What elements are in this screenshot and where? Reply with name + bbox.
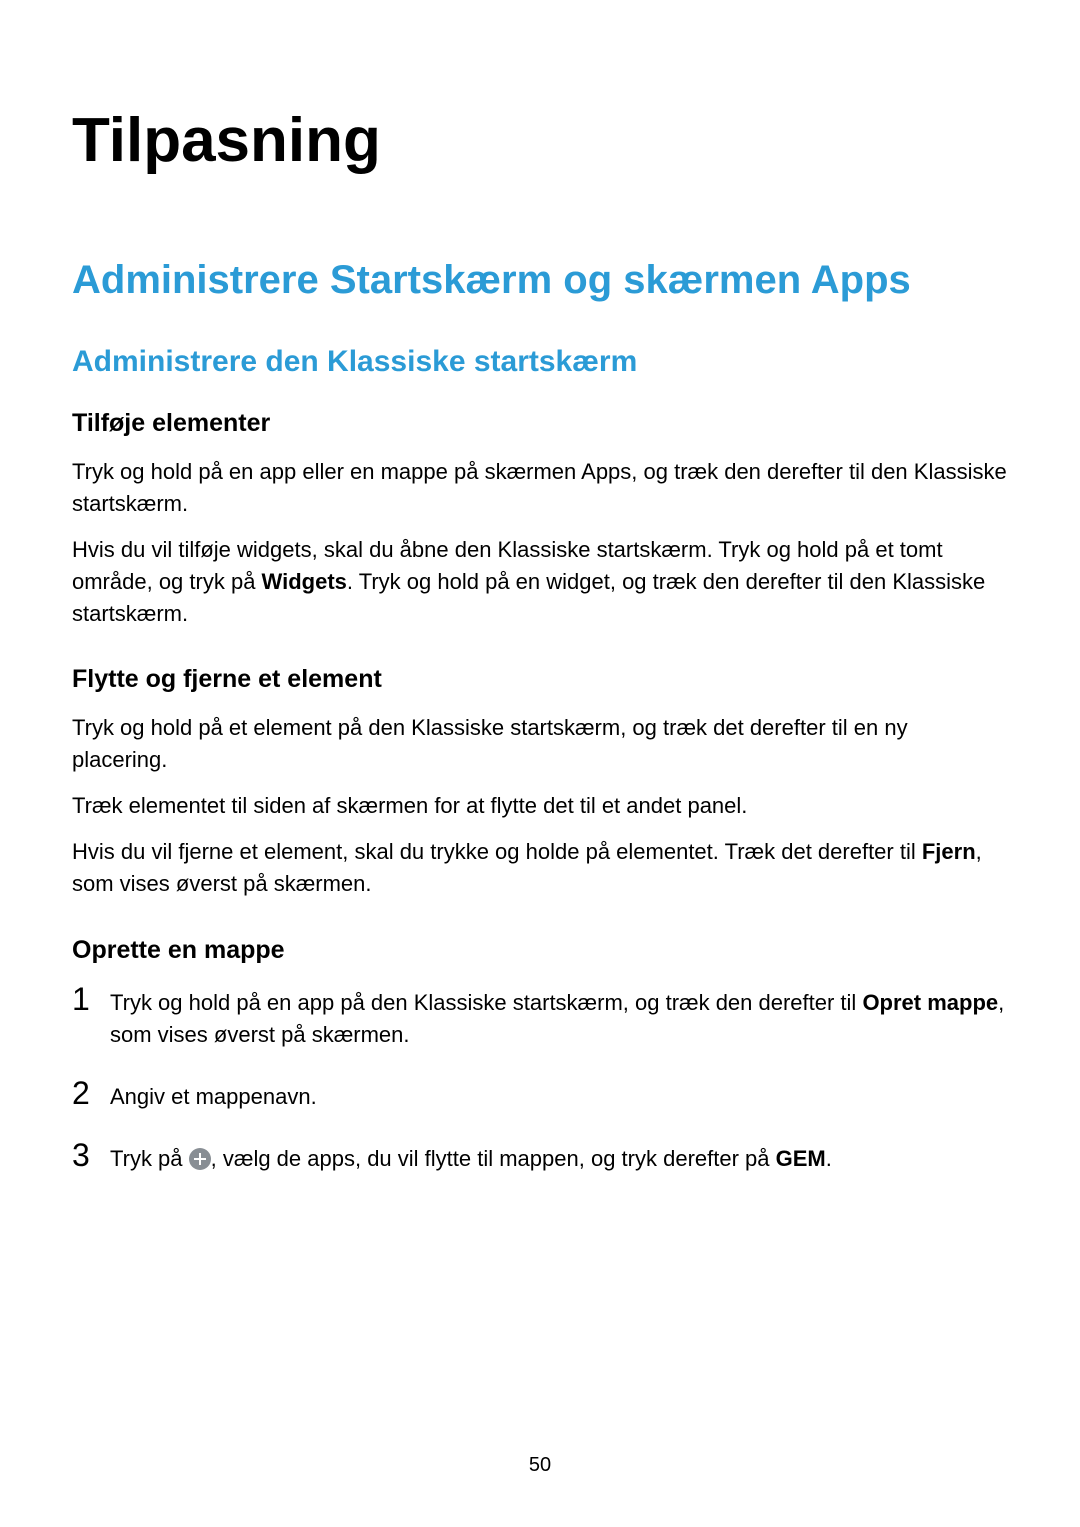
page-number: 50 [0,1454,1080,1477]
bold-save: GEM [776,1146,826,1171]
text: Hvis du vil fjerne et element, skal du t… [72,839,922,864]
list-item: 1 Tryk og hold på en app på den Klassisk… [72,983,1008,1051]
bold-create-folder: Opret mappe [862,990,998,1015]
heading-add-elements: Tilføje elementer [72,409,1008,438]
para: Hvis du vil fjerne et element, skal du t… [72,836,1008,900]
step-text: Tryk og hold på en app på den Klassiske … [110,983,1008,1051]
ordered-list: 1 Tryk og hold på en app på den Klassisk… [72,983,1008,1175]
step-number: 3 [72,1139,110,1171]
page-title: Tilpasning [72,105,1008,176]
para: Træk elementet til siden af skærmen for … [72,790,1008,822]
text: . [826,1146,832,1171]
subsection-heading: Administrere den Klassiske startskærm [72,345,1008,379]
step-number: 2 [72,1077,110,1109]
text: Tryk og hold på en app på den Klassiske … [110,990,862,1015]
step-number: 1 [72,983,110,1015]
bold-widgets: Widgets [262,569,347,594]
section-heading: Administrere Startskærm og skærmen Apps [72,258,1008,303]
para: Tryk og hold på et element på den Klassi… [72,712,1008,776]
block-add-elements: Tilføje elementer Tryk og hold på en app… [72,409,1008,629]
list-item: 3 Tryk på , vælg de apps, du vil flytte … [72,1139,1008,1175]
step-text: Tryk på , vælg de apps, du vil flytte ti… [110,1139,1008,1175]
page-content: Tilpasning Administrere Startskærm og sk… [0,0,1080,1174]
text: , vælg de apps, du vil flytte til mappen… [211,1146,776,1171]
heading-move-remove: Flytte og fjerne et element [72,665,1008,694]
list-item: 2 Angiv et mappenavn. [72,1077,1008,1113]
heading-create-folder: Oprette en mappe [72,936,1008,965]
text: Tryk på [110,1146,189,1171]
plus-circle-icon [189,1148,211,1170]
para: Tryk og hold på en app eller en mappe på… [72,456,1008,520]
step-text: Angiv et mappenavn. [110,1077,1008,1113]
block-move-remove: Flytte og fjerne et element Tryk og hold… [72,665,1008,899]
block-create-folder: Oprette en mappe 1 Tryk og hold på en ap… [72,936,1008,1175]
para: Hvis du vil tilføje widgets, skal du åbn… [72,534,1008,630]
bold-remove: Fjern [922,839,976,864]
